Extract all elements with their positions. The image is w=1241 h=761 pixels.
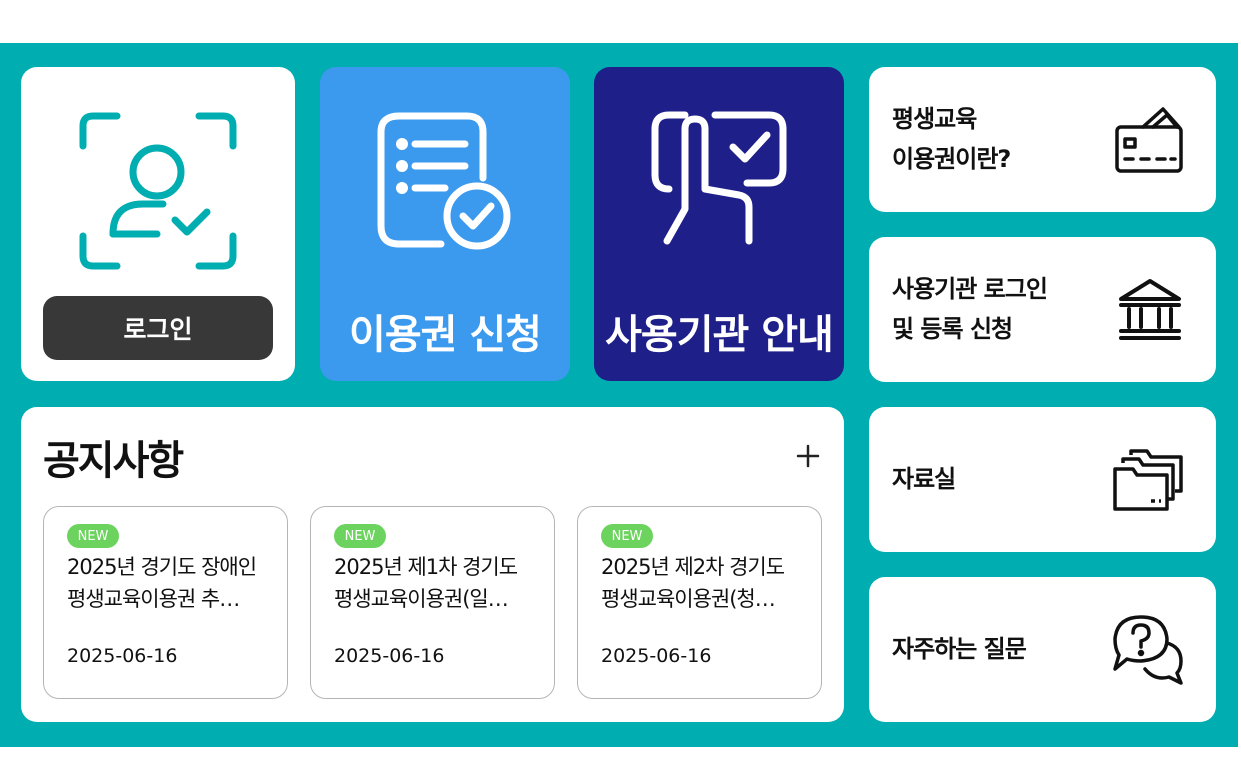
new-badge: NEW	[67, 524, 119, 548]
voucher-info-label-line2: 이용권이란?	[892, 145, 1011, 173]
notice-item-title: 2025년 제2차 경기도 평생교육이용권(청…	[601, 551, 811, 615]
institution-guide-label: 사용기관 안내	[605, 312, 834, 358]
notice-item-title-line1: 2025년 제1차 경기도	[334, 555, 518, 579]
notice-item-title-line1: 2025년 경기도 장애인	[67, 555, 257, 579]
notice-item-date: 2025-06-16	[334, 645, 445, 667]
notice-item-title-line1: 2025년 제2차 경기도	[601, 555, 785, 579]
notice-item[interactable]: NEW 2025년 제1차 경기도 평생교육이용권(일… 2025-06-16	[310, 506, 555, 699]
archive-label: 자료실	[892, 465, 956, 493]
new-badge: NEW	[334, 524, 386, 548]
notice-item[interactable]: NEW 2025년 제2차 경기도 평생교육이용권(청… 2025-06-16	[577, 506, 822, 699]
new-badge: NEW	[601, 524, 653, 548]
login-button[interactable]: 로그인	[43, 296, 273, 360]
notice-item-title: 2025년 경기도 장애인 평생교육이용권 추…	[67, 551, 277, 615]
institution-guide-card[interactable]: 사용기관 안내	[594, 67, 844, 381]
faq-label: 자주하는 질문	[892, 635, 1027, 663]
voucher-info-label-line1: 평생교육	[892, 105, 977, 133]
face-id-user-icon	[79, 112, 237, 270]
apply-voucher-label: 이용권 신청	[349, 312, 542, 358]
notice-item-date: 2025-06-16	[67, 645, 178, 667]
notice-title: 공지사항	[43, 438, 184, 484]
notice-item[interactable]: NEW 2025년 경기도 장애인 평생교육이용권 추… 2025-06-16	[43, 506, 288, 699]
notice-item-date: 2025-06-16	[601, 645, 712, 667]
notice-item-title-line2: 평생교육이용권 추…	[67, 587, 240, 611]
notice-item-title-line2: 평생교육이용권(청…	[601, 587, 776, 611]
voucher-info-card[interactable]: 평생교육 이용권이란?	[869, 67, 1216, 212]
folder-icon	[1113, 449, 1183, 511]
faq-icon	[1113, 615, 1183, 685]
notice-item-title-line2: 평생교육이용권(일…	[334, 587, 509, 611]
archive-card[interactable]: 자료실	[869, 407, 1216, 552]
notice-item-title: 2025년 제1차 경기도 평생교육이용권(일…	[334, 551, 544, 615]
faq-card[interactable]: 자주하는 질문	[869, 577, 1216, 722]
institution-login-card[interactable]: 사용기관 로그인 및 등록 신청	[869, 237, 1216, 382]
plus-icon[interactable]	[792, 440, 824, 472]
document-check-icon	[377, 112, 511, 250]
bank-icon	[1119, 279, 1181, 340]
card-icon	[1115, 107, 1183, 173]
institution-login-label-line2: 및 등록 신청	[892, 315, 1013, 343]
institution-login-label-line1: 사용기관 로그인	[892, 275, 1048, 303]
touch-screen-check-icon	[651, 111, 787, 245]
apply-voucher-card[interactable]: 이용권 신청	[320, 67, 570, 381]
